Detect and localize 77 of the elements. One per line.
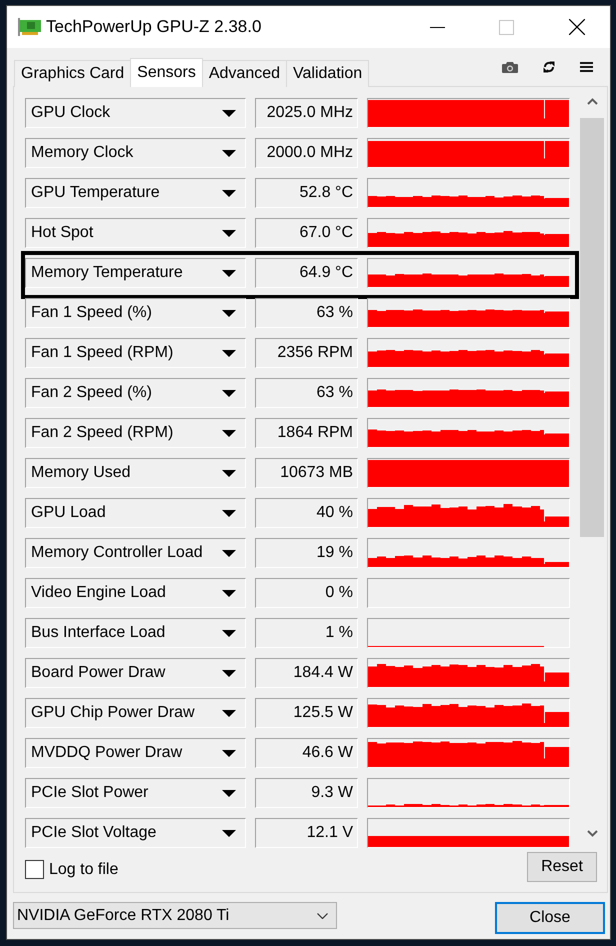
tab[interactable]: Validation — [286, 60, 370, 87]
caret-icon — [222, 670, 236, 676]
scroll-up-icon[interactable] — [586, 98, 598, 105]
sensor-value: 2356 RPM — [255, 338, 358, 368]
sensor-dropdown[interactable]: GPU Load — [25, 498, 246, 528]
caret-icon — [222, 230, 236, 236]
sensor-value: 64.9 °C — [255, 258, 358, 288]
window-title: TechPowerUp GPU-Z 2.38.0 — [46, 17, 262, 37]
caret-icon — [222, 550, 236, 556]
caret-icon — [222, 750, 236, 756]
caret-icon — [222, 430, 236, 436]
sensor-value: 9.3 W — [255, 778, 358, 808]
sensor-value: 67.0 °C — [255, 218, 358, 248]
sensor-dropdown[interactable]: GPU Chip Power Draw — [25, 698, 246, 728]
minimize-icon[interactable] — [430, 26, 445, 28]
sensor-dropdown[interactable]: PCIe Slot Voltage — [25, 818, 246, 848]
gpu-select[interactable]: NVIDIA GeForce RTX 2080 Ti — [13, 902, 337, 929]
camera-icon[interactable] — [502, 62, 518, 72]
caret-icon — [222, 830, 236, 836]
caret-icon — [222, 190, 236, 196]
caret-icon — [222, 590, 236, 596]
caret-icon — [222, 630, 236, 636]
sensor-dropdown[interactable]: Fan 2 Speed (RPM) — [25, 418, 246, 448]
sensor-dropdown[interactable]: GPU Clock — [25, 98, 246, 128]
caret-icon — [222, 110, 236, 116]
menu-icon[interactable] — [580, 62, 593, 72]
sensor-dropdown[interactable]: Fan 1 Speed (RPM) — [25, 338, 246, 368]
chevron-down-icon — [317, 912, 328, 918]
checkbox-label: Log to file — [49, 860, 118, 878]
reset-button[interactable]: Reset — [527, 852, 597, 882]
sensor-dropdown[interactable]: Memory Temperature — [25, 258, 246, 288]
sensor-value: 63 % — [255, 298, 358, 328]
sensor-value: 0 % — [255, 578, 358, 608]
sensor-dropdown[interactable]: MVDDQ Power Draw — [25, 738, 246, 768]
caret-icon — [222, 150, 236, 156]
sensor-dropdown[interactable]: Bus Interface Load — [25, 618, 246, 648]
tab[interactable]: Sensors — [130, 58, 203, 87]
close-icon[interactable] — [569, 19, 585, 35]
sensor-value: 40 % — [255, 498, 358, 528]
caret-icon — [222, 790, 236, 796]
sensor-dropdown[interactable]: Memory Clock — [25, 138, 246, 168]
sensor-dropdown[interactable]: Hot Spot — [25, 218, 246, 248]
caret-icon — [222, 470, 236, 476]
scroll-down-icon[interactable] — [586, 830, 598, 837]
sensor-value: 10673 MB — [255, 458, 358, 488]
caret-icon — [222, 310, 236, 316]
sensor-dropdown[interactable]: Fan 1 Speed (%) — [25, 298, 246, 328]
sensor-dropdown[interactable]: Board Power Draw — [25, 658, 246, 688]
sensor-value: 1864 RPM — [255, 418, 358, 448]
sensor-dropdown[interactable]: Memory Controller Load — [25, 538, 246, 568]
sensor-dropdown[interactable]: PCIe Slot Power — [25, 778, 246, 808]
refresh-icon[interactable] — [543, 61, 555, 73]
close-button[interactable]: Close — [495, 902, 605, 934]
tab[interactable]: Advanced — [202, 60, 288, 87]
sensor-dropdown[interactable]: Video Engine Load — [25, 578, 246, 608]
tab[interactable]: Graphics Card — [14, 60, 132, 87]
sensor-value: 63 % — [255, 378, 358, 408]
sensor-value: 2025.0 MHz — [255, 98, 358, 128]
sensor-value: 12.1 V — [255, 818, 358, 848]
sensor-dropdown[interactable]: Fan 2 Speed (%) — [25, 378, 246, 408]
caret-icon — [222, 710, 236, 716]
caret-icon — [222, 350, 236, 356]
sensor-dropdown[interactable]: GPU Temperature — [25, 178, 246, 208]
graphics-card-icon — [18, 18, 41, 36]
sensor-value: 19 % — [255, 538, 358, 568]
sensor-value: 184.4 W — [255, 658, 358, 688]
sensor-value: 125.5 W — [255, 698, 358, 728]
sensor-value: 46.6 W — [255, 738, 358, 768]
sensor-value: 52.8 °C — [255, 178, 358, 208]
sensor-value: 2000.0 MHz — [255, 138, 358, 168]
scrollbar-thumb[interactable] — [580, 118, 604, 537]
caret-icon — [222, 390, 236, 396]
caret-icon — [222, 510, 236, 516]
caret-icon — [222, 270, 236, 276]
log-checkbox[interactable] — [25, 860, 44, 879]
sensor-dropdown[interactable]: Memory Used — [25, 458, 246, 488]
sensor-value: 1 % — [255, 618, 358, 648]
